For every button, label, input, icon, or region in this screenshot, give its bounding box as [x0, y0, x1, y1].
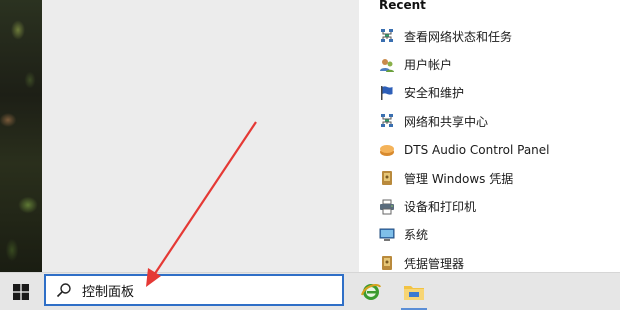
- search-input[interactable]: [82, 282, 322, 298]
- recent-item-label: 查看网络状态和任务: [404, 29, 513, 44]
- recent-item-devices-printers[interactable]: 设备和打印机: [359, 192, 620, 220]
- user-accounts-icon: [380, 58, 394, 72]
- recent-item-system[interactable]: 系统: [359, 221, 620, 249]
- recent-item-label: 用户帐户: [404, 58, 453, 73]
- internet-explorer-icon: [361, 283, 381, 300]
- recent-item-label: 设备和打印机: [404, 200, 477, 215]
- recent-item-label: 安全和维护: [404, 86, 465, 101]
- recent-item-network-sharing[interactable]: 网络和共享中心: [359, 107, 620, 135]
- network-sharing-icon: [381, 114, 393, 128]
- recent-item-user-accounts[interactable]: 用户帐户: [359, 50, 620, 78]
- recent-item-label: 管理 Windows 凭据: [404, 171, 514, 186]
- devices-printers-icon: [380, 199, 394, 215]
- recent-item-network-status[interactable]: 查看网络状态和任务: [359, 22, 620, 50]
- credential-vault-icon: [382, 171, 392, 186]
- recent-heading: Recent: [379, 0, 426, 12]
- recent-item-label: 系统: [404, 228, 429, 243]
- taskbar: [0, 272, 620, 310]
- recent-item-security-maintenance[interactable]: 安全和维护: [359, 79, 620, 107]
- start-menu-left-pane: [42, 0, 359, 272]
- system-monitor-icon: [379, 228, 395, 241]
- taskbar-file-explorer[interactable]: [395, 273, 433, 310]
- taskbar-search-box[interactable]: [44, 274, 344, 306]
- recent-item-windows-credentials[interactable]: 管理 Windows 凭据: [359, 164, 620, 192]
- windows-logo-icon: [13, 283, 29, 300]
- recent-item-label: DTS Audio Control Panel: [404, 142, 550, 157]
- recent-item-label: 凭据管理器: [404, 256, 465, 271]
- recent-item-dts-audio[interactable]: DTS Audio Control Panel: [359, 136, 620, 164]
- recent-item-label: 网络和共享中心: [404, 114, 489, 129]
- search-icon: [56, 283, 71, 298]
- start-menu-recent-pane: Recent 查看网络状态和任务 用户帐户 安全和维护 网络和共享中心 DTS …: [359, 0, 620, 272]
- taskbar-internet-explorer[interactable]: [352, 273, 390, 310]
- desktop-wallpaper: [0, 0, 42, 272]
- start-button[interactable]: [0, 273, 42, 310]
- credential-manager-icon: [382, 256, 392, 271]
- recent-list: 查看网络状态和任务 用户帐户 安全和维护 网络和共享中心 DTS Audio C…: [359, 22, 620, 278]
- network-status-icon: [381, 29, 393, 43]
- file-explorer-icon: [404, 285, 424, 300]
- security-flag-icon: [381, 85, 393, 100]
- dts-audio-icon: [380, 144, 394, 156]
